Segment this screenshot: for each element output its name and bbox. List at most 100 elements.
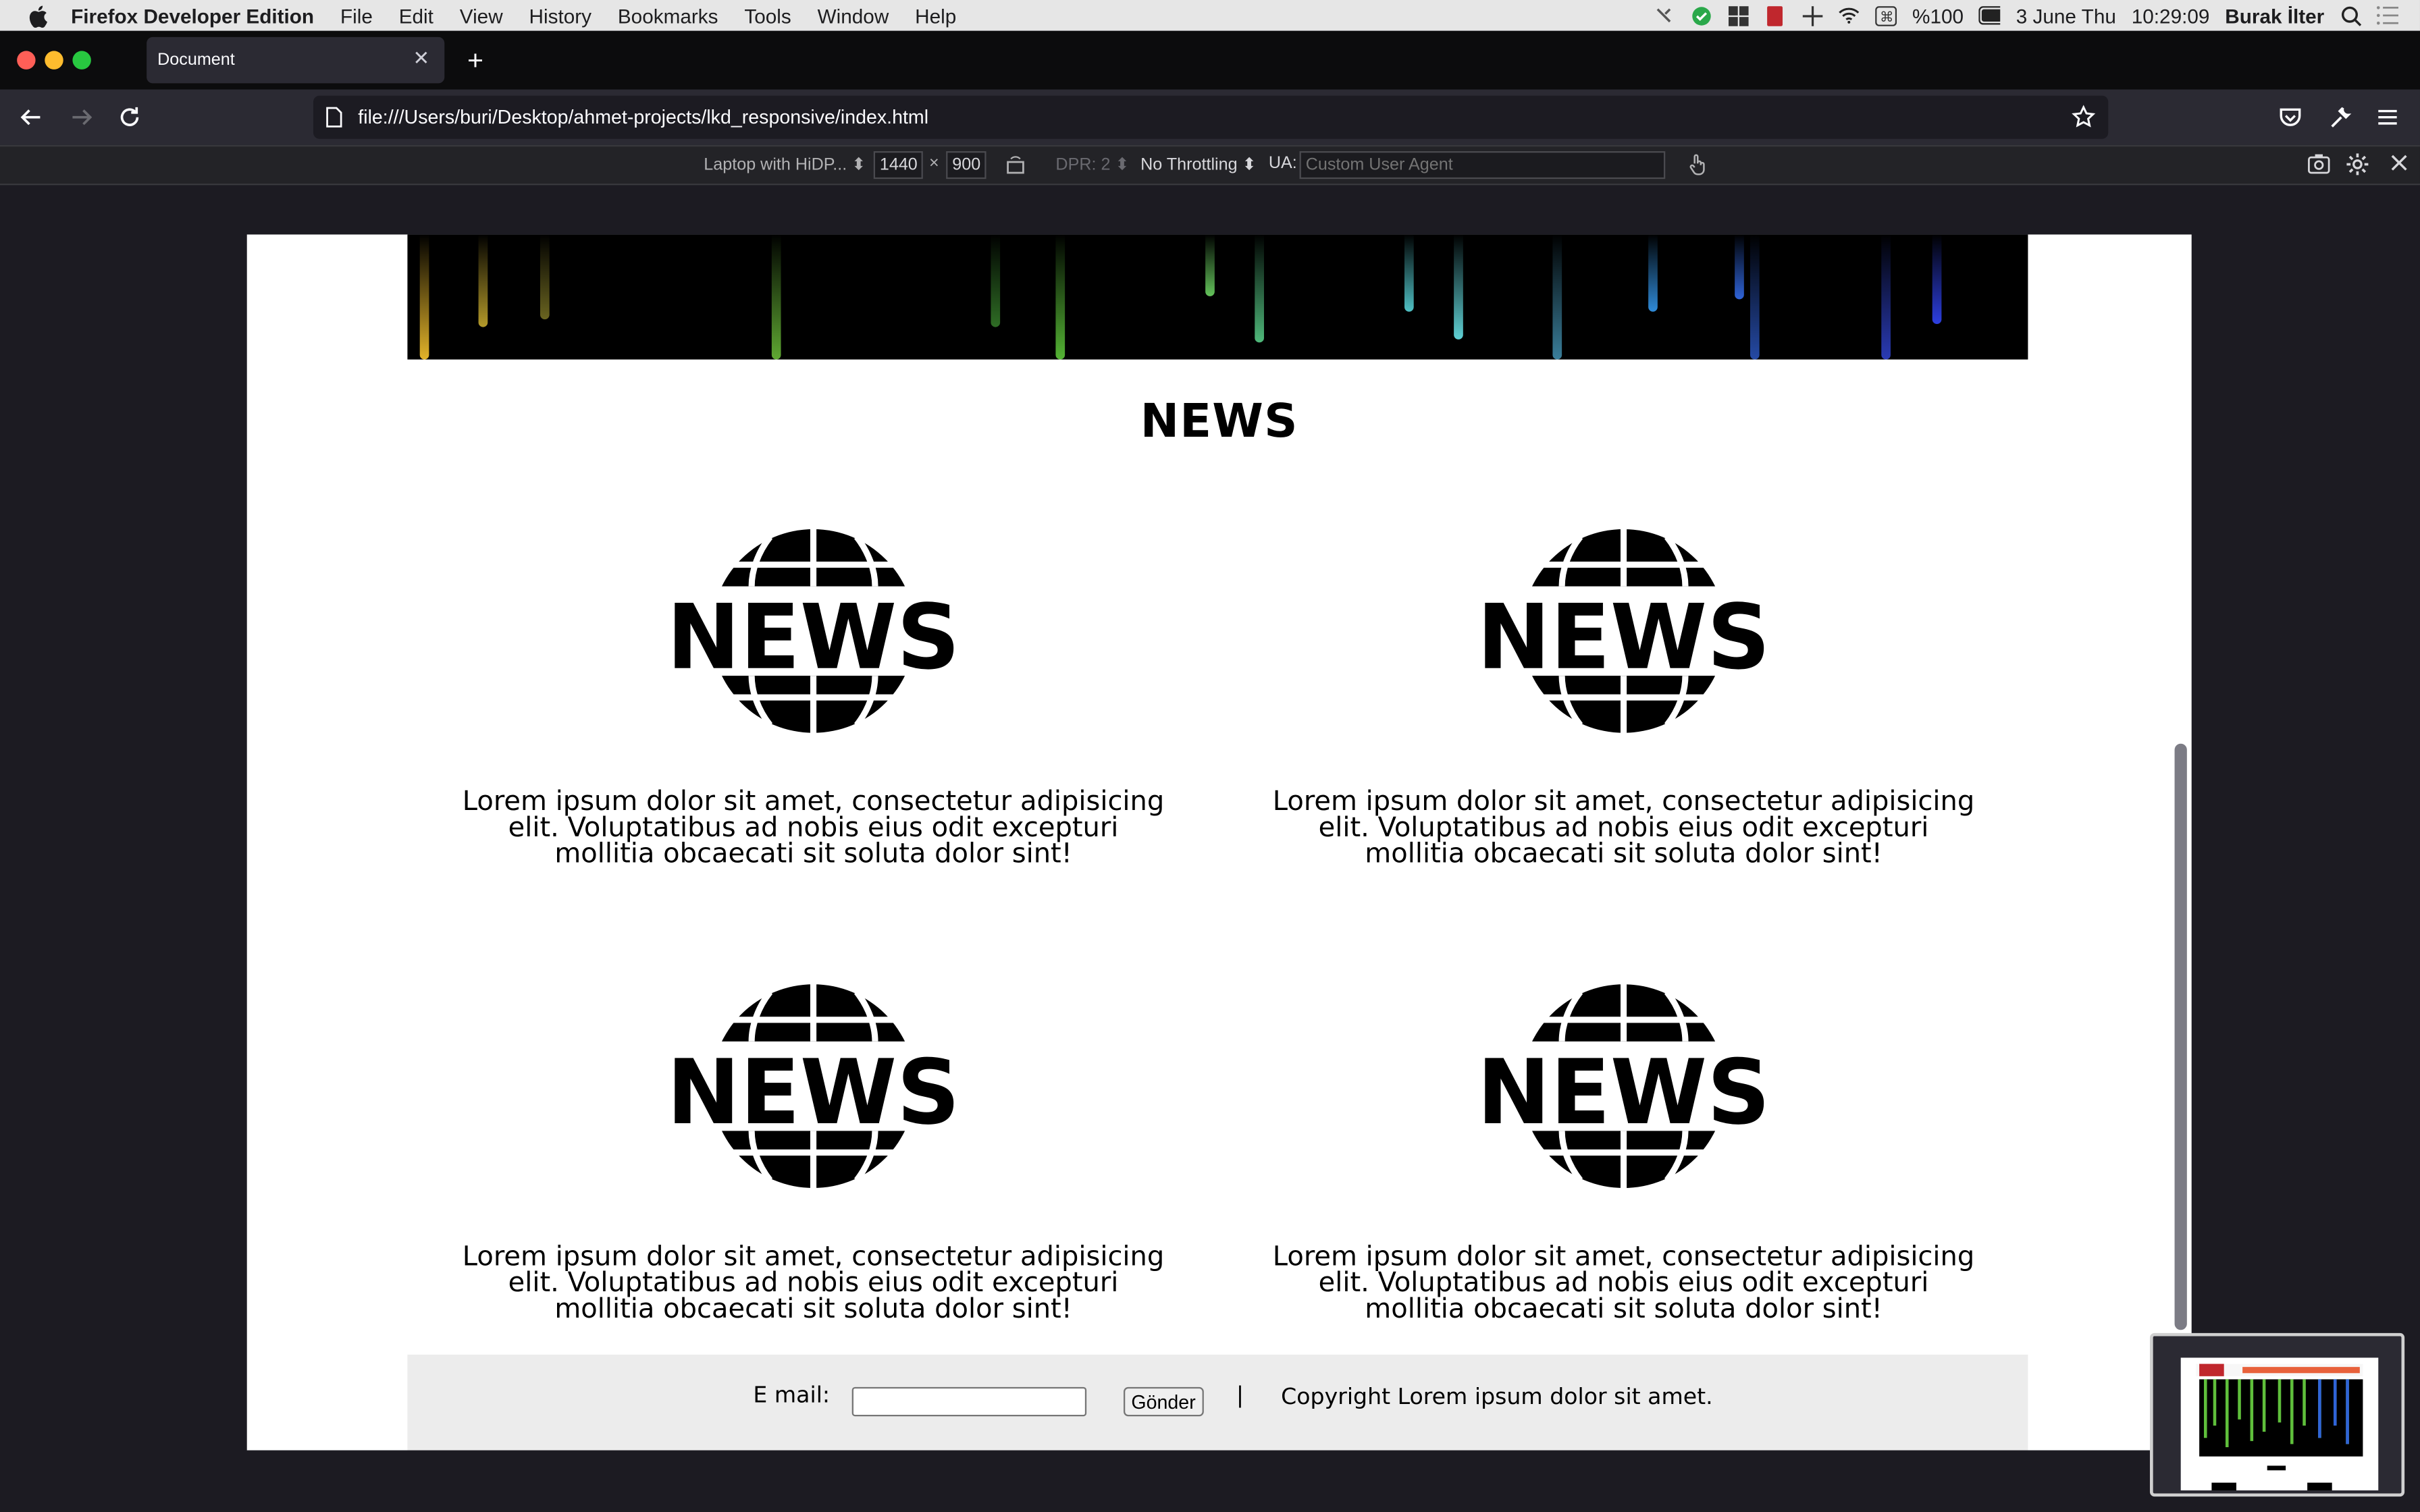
throttling-selector[interactable]: No Throttling ⬍ xyxy=(1140,155,1257,174)
close-icon[interactable] xyxy=(2389,153,2409,178)
news-logo-text: NEWS xyxy=(1477,1041,1770,1145)
tab-title: Document xyxy=(157,51,235,70)
red-app-icon[interactable] xyxy=(1764,5,1786,26)
touch-icon[interactable] xyxy=(1687,153,1708,180)
menu-view[interactable]: View xyxy=(460,4,503,27)
device-label: Laptop with HiDP... xyxy=(704,155,847,175)
dimension-separator: × xyxy=(928,154,939,173)
page-footer: E mail: Gönder | Copyright Lorem ipsum d… xyxy=(407,1354,2028,1451)
rotate-icon[interactable] xyxy=(1005,153,1026,179)
svg-text:⌘: ⌘ xyxy=(1880,9,1894,24)
wrench-icon[interactable] xyxy=(2326,103,2354,131)
globe-news-logo: NEWS xyxy=(1477,982,1770,1190)
url-text[interactable]: file:///Users/buri/Desktop/ahmet-project… xyxy=(358,107,928,128)
check-circle-icon[interactable] xyxy=(1690,5,1712,26)
battery-percent: %100 xyxy=(1912,3,1964,27)
page-viewport: NEWS NEWS Lorem ipsum dolor sit amet, co… xyxy=(246,234,2192,1451)
light-streak xyxy=(1750,234,1760,360)
move-icon[interactable] xyxy=(1801,5,1822,26)
command-key-icon[interactable]: ⌘ xyxy=(1875,5,1897,26)
tab-bar: Document ✕ + xyxy=(0,30,2420,90)
screen: Firefox Developer Edition File Edit View… xyxy=(0,0,2420,1512)
back-icon[interactable] xyxy=(17,103,45,131)
footer-separator: | xyxy=(1236,1384,1244,1409)
new-tab-button[interactable]: + xyxy=(463,45,488,76)
wifi-icon[interactable] xyxy=(1838,5,1860,26)
spotlight-search-icon[interactable] xyxy=(2340,5,2361,26)
hero-banner-image xyxy=(407,234,2028,360)
forward-icon[interactable] xyxy=(68,103,96,131)
menu-window[interactable]: Window xyxy=(818,4,889,27)
light-streak xyxy=(1648,234,1658,312)
user-agent-input[interactable]: Custom User Agent xyxy=(1299,151,1666,180)
light-streak xyxy=(771,234,781,360)
menu-bookmarks[interactable]: Bookmarks xyxy=(618,4,718,27)
date-display[interactable]: 3 June Thu xyxy=(2016,4,2116,27)
user-name[interactable]: Burak İlter xyxy=(2225,4,2324,27)
hamburger-menu-icon[interactable] xyxy=(2373,103,2401,131)
menu-app-name[interactable]: Firefox Developer Edition xyxy=(71,4,314,27)
light-streak xyxy=(1205,234,1215,296)
dpr-label: DPR: 2 xyxy=(1055,155,1111,175)
tab-document[interactable]: Document ✕ xyxy=(147,36,445,84)
light-streak xyxy=(419,234,429,360)
reload-icon[interactable] xyxy=(115,103,143,131)
news-card-text: Lorem ipsum dolor sit amet, consectetur … xyxy=(1272,786,1975,871)
globe-news-logo: NEWS xyxy=(666,982,960,1190)
menu-help[interactable]: Help xyxy=(915,4,956,27)
url-bar[interactable]: file:///Users/buri/Desktop/ahmet-project… xyxy=(313,95,2109,139)
menu-edit[interactable]: Edit xyxy=(399,4,433,27)
viewport-width-input[interactable]: 1440 xyxy=(873,151,924,180)
page-title: NEWS xyxy=(1140,395,1298,450)
apple-icon[interactable] xyxy=(25,3,50,28)
news-card: NEWS Lorem ipsum dolor sit amet, consect… xyxy=(1269,982,1978,1326)
time-display[interactable]: 10:29:09 xyxy=(2132,4,2210,27)
menu-history[interactable]: History xyxy=(529,4,591,27)
globe-news-logo: NEWS xyxy=(666,527,960,734)
email-label: E mail: xyxy=(753,1384,831,1409)
thumbnail-preview-image xyxy=(2153,1336,2402,1494)
screenshot-icon[interactable] xyxy=(2307,153,2330,179)
page-icon xyxy=(325,107,342,136)
grid-app-icon[interactable] xyxy=(1727,5,1749,26)
menu-file[interactable]: File xyxy=(340,4,373,27)
dpr-selector[interactable]: DPR: 2 ⬍ xyxy=(1055,155,1129,175)
light-streak xyxy=(1932,234,1942,324)
light-streak xyxy=(1454,234,1463,340)
light-streak xyxy=(1552,234,1562,360)
copyright-text: Copyright Lorem ipsum dolor sit amet. xyxy=(1281,1385,1713,1411)
navigation-bar: file:///Users/buri/Desktop/ahmet-project… xyxy=(0,89,2420,145)
window-zoom-button[interactable] xyxy=(72,51,91,70)
battery-icon[interactable] xyxy=(1978,5,2001,26)
mute-icon[interactable] xyxy=(1653,5,1675,26)
news-logo-text: NEWS xyxy=(666,1041,959,1145)
news-logo-text: NEWS xyxy=(1477,586,1770,690)
pocket-icon[interactable] xyxy=(2276,103,2304,131)
window-minimize-button[interactable] xyxy=(45,51,63,70)
window-close-button[interactable] xyxy=(17,51,36,70)
email-field[interactable] xyxy=(851,1386,1087,1417)
light-streak xyxy=(540,234,550,320)
tab-close-icon[interactable]: ✕ xyxy=(412,48,430,68)
device-selector[interactable]: Laptop with HiDP... ⬍ xyxy=(704,155,866,175)
menu-tools[interactable]: Tools xyxy=(744,4,791,27)
news-card-text: Lorem ipsum dolor sit amet, consectetur … xyxy=(1272,1241,1975,1326)
news-logo-text: NEWS xyxy=(666,586,959,690)
submit-button[interactable]: Gönder xyxy=(1123,1386,1204,1417)
light-streak xyxy=(1255,234,1264,343)
news-card: NEWS Lorem ipsum dolor sit amet, consect… xyxy=(1269,527,1978,871)
light-streak xyxy=(1735,234,1744,300)
viewport-height-input[interactable]: 900 xyxy=(946,151,987,180)
news-card: NEWS Lorem ipsum dolor sit amet, consect… xyxy=(458,982,1168,1326)
notification-center-icon[interactable] xyxy=(2376,5,2398,26)
screenshot-thumbnail[interactable] xyxy=(2149,1332,2405,1497)
page-scrollbar[interactable] xyxy=(2174,743,2187,1330)
macos-menubar: Firefox Developer Edition File Edit View… xyxy=(0,0,2420,31)
bookmark-star-icon[interactable] xyxy=(2071,105,2096,137)
news-card: NEWS Lorem ipsum dolor sit amet, consect… xyxy=(458,527,1168,871)
light-streak xyxy=(1404,234,1414,312)
light-streak xyxy=(478,234,488,327)
news-card-text: Lorem ipsum dolor sit amet, consectetur … xyxy=(462,786,1165,871)
news-card-text: Lorem ipsum dolor sit amet, consectetur … xyxy=(462,1241,1165,1326)
settings-icon[interactable] xyxy=(2346,153,2369,180)
